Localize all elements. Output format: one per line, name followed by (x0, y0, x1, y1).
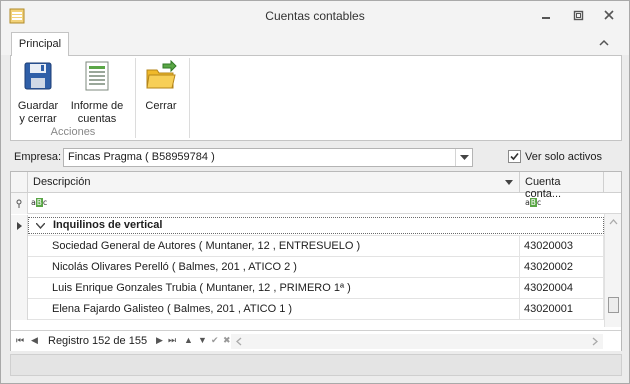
data-navigator: ⏮ ◀ Registro 152 de 155 ▶ ⏭ ▲ ▼ ✔ ✖ (11, 330, 621, 351)
accounts-grid: Descripción Cuenta conta... aBc aBc Inqu… (10, 171, 622, 351)
header-indicator (11, 172, 28, 192)
group-label-acciones: Acciones (50, 126, 96, 138)
ver-solo-activos-checkbox[interactable] (508, 150, 521, 163)
app-window: Cuentas contables Principal Guardar y ce… (0, 0, 630, 384)
group-separator (189, 58, 190, 138)
table-row[interactable]: Sociedad General de Autores ( Muntaner, … (11, 236, 621, 257)
ver-solo-activos-label: Ver solo activos (525, 150, 603, 163)
column-header-descripcion-label: Descripción (33, 176, 91, 188)
ribbon-tab-strip (1, 31, 629, 55)
empresa-label: Empresa: (14, 151, 62, 163)
row-indicator (11, 215, 28, 236)
cell-descripcion: Luis Enrique Gonzales Trubia ( Muntaner,… (48, 278, 520, 299)
guardar-y-cerrar-button[interactable]: Guardar y cerrar (15, 60, 61, 126)
restore-button[interactable] (567, 6, 589, 24)
save-icon (24, 62, 52, 90)
empresa-select[interactable]: Fincas Pragma ( B58959784 ) (63, 148, 473, 167)
minimize-icon (542, 17, 550, 19)
guardar-label-2: y cerrar (19, 113, 57, 125)
exit-icon (146, 59, 177, 89)
nav-remove-button[interactable]: ▼ (198, 335, 207, 345)
row-indent (28, 299, 48, 320)
informe-label-1: Informe de (70, 100, 124, 112)
horizontal-scrollbar[interactable] (231, 334, 603, 349)
informe-de-cuentas-button[interactable]: Informe de cuentas (67, 60, 127, 126)
abc-filter-icon[interactable]: aBc (31, 198, 47, 207)
row-indent (28, 257, 48, 278)
current-row-icon (17, 222, 22, 230)
column-header-descripcion[interactable]: Descripción (28, 172, 520, 192)
expand-icon[interactable] (36, 223, 45, 229)
table-row[interactable]: Luis Enrique Gonzales Trubia ( Muntaner,… (11, 278, 621, 299)
row-indicator (11, 257, 28, 278)
empresa-dropdown-button[interactable] (455, 149, 472, 166)
scroll-right-icon[interactable] (590, 334, 600, 349)
scroll-up-icon[interactable] (606, 217, 621, 227)
nav-cancel-button[interactable]: ✖ (223, 335, 231, 346)
cell-cuenta: 43020004 (520, 278, 604, 299)
guardar-label-1: Guardar (17, 100, 59, 112)
abc-filter-icon[interactable]: aBc (525, 198, 541, 207)
title-bar: Cuentas contables (1, 1, 629, 31)
nav-next-button[interactable]: ▶ (156, 335, 163, 346)
row-indent (28, 278, 48, 299)
restore-icon (573, 10, 583, 20)
nav-prev-button[interactable]: ◀ (31, 335, 38, 346)
nav-last-button[interactable]: ⏭ (168, 335, 176, 346)
collapse-ribbon-icon[interactable] (597, 36, 611, 50)
row-indicator (11, 278, 28, 299)
ver-solo-activos-toggle[interactable]: Ver solo activos (508, 150, 602, 163)
nav-first-button[interactable]: ⏮ (16, 335, 24, 346)
cell-cuenta: 43020001 (520, 299, 604, 320)
tab-principal[interactable]: Principal (11, 32, 69, 56)
sort-desc-icon (505, 180, 513, 185)
cell-descripcion: Sociedad General de Autores ( Muntaner, … (48, 236, 520, 257)
scroll-thumb[interactable] (608, 297, 619, 313)
report-icon (85, 61, 109, 91)
grid-header: Descripción Cuenta conta... (11, 172, 621, 200)
empresa-value: Fincas Pragma ( B58959784 ) (68, 151, 215, 163)
cell-descripcion: Elena Fajardo Galisteo ( Balmes, 201 , A… (48, 299, 520, 320)
auto-filter-row: aBc aBc (11, 193, 621, 214)
nav-append-button[interactable]: ▲ (184, 335, 193, 345)
group-separator (135, 58, 136, 138)
row-indicator (11, 299, 28, 320)
cell-descripcion: Nicolás Olivares Perelló ( Balmes, 201 ,… (48, 257, 520, 278)
nav-apply-button[interactable]: ✔ (211, 335, 219, 346)
record-counter: Registro 152 de 155 (48, 335, 148, 347)
table-row[interactable]: Nicolás Olivares Perelló ( Balmes, 201 ,… (11, 257, 621, 278)
group-title: Inquilinos de vertical (53, 219, 163, 231)
row-indent (28, 236, 48, 257)
informe-label-2: cuentas (77, 113, 117, 125)
cerrar-label: Cerrar (145, 100, 177, 112)
status-bar (10, 354, 622, 376)
ribbon-panel: Guardar y cerrar Informe de cuentas Acci… (10, 55, 622, 141)
column-header-cuenta[interactable]: Cuenta conta... (520, 172, 604, 200)
table-row[interactable]: Elena Fajardo Galisteo ( Balmes, 201 , A… (11, 299, 621, 320)
vertical-scrollbar[interactable] (604, 214, 621, 327)
filter-pin-icon (16, 199, 22, 208)
minimize-button[interactable] (535, 6, 557, 24)
scroll-left-icon[interactable] (234, 334, 244, 349)
cell-cuenta: 43020003 (520, 236, 604, 257)
close-button[interactable] (598, 6, 620, 24)
dropdown-icon (459, 154, 469, 160)
row-indicator (11, 236, 28, 257)
filter-indicator (11, 193, 28, 214)
cerrar-button[interactable]: Cerrar (141, 59, 181, 113)
checkmark-icon (510, 152, 519, 161)
group-row[interactable]: Inquilinos de vertical (11, 215, 621, 236)
cell-cuenta: 43020002 (520, 257, 604, 278)
close-icon (604, 10, 614, 20)
